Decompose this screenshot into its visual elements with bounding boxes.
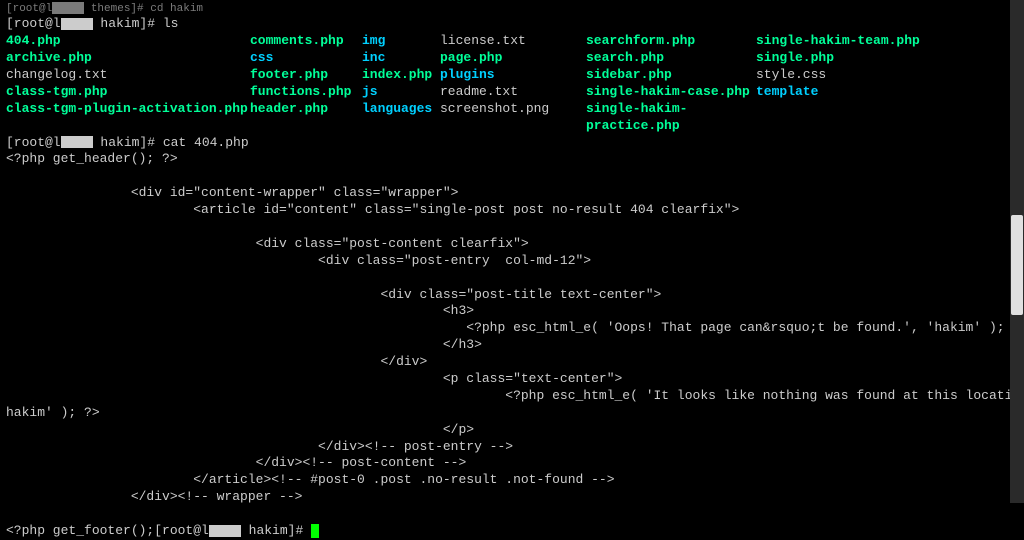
prompt-user-host: [root@l xyxy=(6,16,61,31)
ls-file xyxy=(756,101,1018,135)
code-line: <?php esc_html_e( 'Oops! That page can&r… xyxy=(6,320,1024,335)
prompt-line-cat: [root@l hakim]# cat 404.php xyxy=(6,135,1018,152)
code-line: <?php get_header(); ?> xyxy=(6,151,178,166)
redacted-host xyxy=(61,18,93,30)
ls-file: archive.php xyxy=(6,50,250,67)
code-line: <div class="post-entry col-md-12"> xyxy=(6,253,591,268)
scrollbar-thumb[interactable] xyxy=(1011,215,1023,315)
code-line: <div class="post-content clearfix"> xyxy=(6,236,529,251)
footer-code-and-prompt: <?php get_footer();[root@l xyxy=(6,523,209,538)
prompt-line-footer: <?php get_footer();[root@l hakim]# xyxy=(6,523,1018,540)
ls-file: license.txt xyxy=(440,33,586,50)
ls-file: single-hakim-practice.php xyxy=(586,101,756,135)
ls-dir: inc xyxy=(362,50,440,67)
cat-output: <?php get_header(); ?> <div id="content-… xyxy=(6,151,1018,523)
ls-file: searchform.php xyxy=(586,33,756,50)
ls-file: index.php xyxy=(362,67,440,84)
code-line: </div><!-- post-content --> xyxy=(6,455,466,470)
code-line: </div> xyxy=(6,354,427,369)
ls-file: class-tgm-plugin-activation.php xyxy=(6,101,250,135)
code-line: <p class="text-center"> xyxy=(6,371,622,386)
vertical-scrollbar[interactable] xyxy=(1010,0,1024,503)
ls-file: functions.php xyxy=(250,84,362,101)
ls-file: search.php xyxy=(586,50,756,67)
ls-file: page.php xyxy=(440,50,586,67)
code-line: <h3> xyxy=(6,303,474,318)
ls-file: footer.php xyxy=(250,67,362,84)
code-line: </div><!-- wrapper --> xyxy=(6,489,302,504)
ls-file: changelog.txt xyxy=(6,67,250,84)
ls-file: single-hakim-team.php xyxy=(756,33,1018,50)
code-line: </p> xyxy=(6,422,474,437)
prompt-user-host: [root@l xyxy=(6,135,61,150)
ls-dir: plugins xyxy=(440,67,586,84)
ls-file: 404.php xyxy=(6,33,250,50)
prompt-cmd-cat: hakim]# cat 404.php xyxy=(93,135,249,150)
code-line: </h3> xyxy=(6,337,482,352)
ls-file: comments.php xyxy=(250,33,362,50)
ls-output: 404.php comments.php img license.txt sea… xyxy=(6,33,1018,134)
ls-dir: img xyxy=(362,33,440,50)
redacted-host xyxy=(209,525,241,537)
ls-dir: js xyxy=(362,84,440,101)
prompt-line-ls: [root@l hakim]# ls xyxy=(6,16,1018,33)
ls-file: sidebar.php xyxy=(586,67,756,84)
ls-file: single.php xyxy=(756,50,1018,67)
code-line: <article id="content" class="single-post… xyxy=(6,202,739,217)
prompt-line-prev: [root@l themes]# cd hakim xyxy=(6,2,1018,16)
ls-dir: languages xyxy=(362,101,440,135)
ls-file: readme.txt xyxy=(440,84,586,101)
ls-dir: template xyxy=(756,84,1018,101)
cursor xyxy=(311,524,319,538)
ls-file: header.php xyxy=(250,101,362,135)
terminal-output[interactable]: [root@l themes]# cd hakim [root@l hakim]… xyxy=(6,2,1018,540)
ls-dir: css xyxy=(250,50,362,67)
ls-file: single-hakim-case.php xyxy=(586,84,756,101)
ls-file: screenshot.png xyxy=(440,101,586,135)
code-line: </div><!-- post-entry --> xyxy=(6,439,513,454)
code-line: hakim' ); ?> xyxy=(6,405,100,420)
ls-file: class-tgm.php xyxy=(6,84,250,101)
redacted-host xyxy=(61,136,93,148)
prompt-suffix: hakim]# xyxy=(241,523,311,538)
ls-file: style.css xyxy=(756,67,1018,84)
prompt-cmd-ls: hakim]# ls xyxy=(93,16,179,31)
code-line: <?php esc_html_e( 'It looks like nothing… xyxy=(6,388,1024,403)
code-line: </article><!-- #post-0 .post .no-result … xyxy=(6,472,615,487)
code-line: <div class="post-title text-center"> xyxy=(6,287,661,302)
code-line: <div id="content-wrapper" class="wrapper… xyxy=(6,185,458,200)
